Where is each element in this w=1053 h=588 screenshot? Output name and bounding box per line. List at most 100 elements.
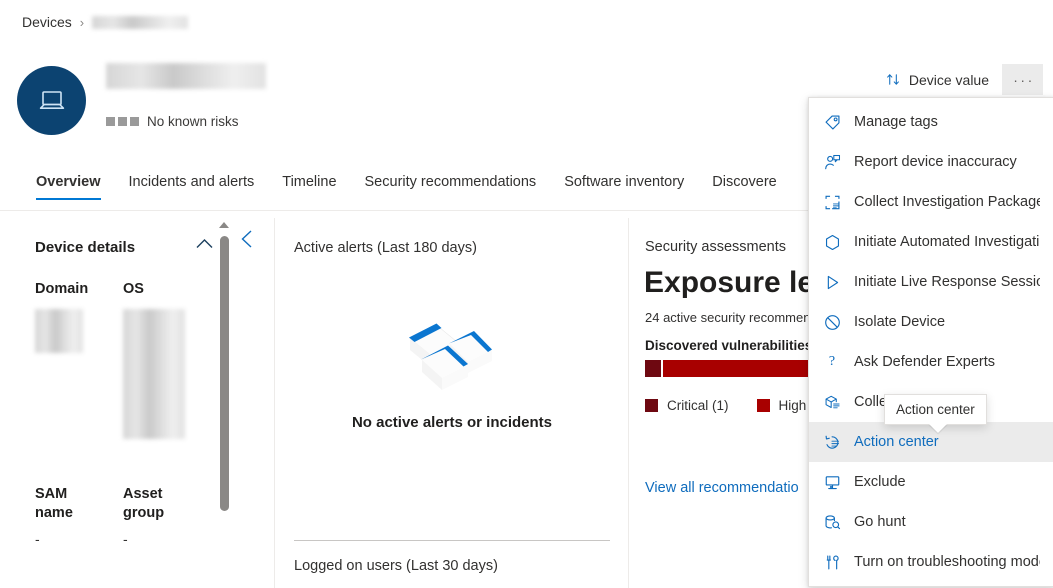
legend-swatch-critical <box>645 399 658 412</box>
tooltip-arrow-icon <box>929 424 947 433</box>
device-value-button[interactable]: Device value <box>877 66 998 94</box>
tab-label: Discovere <box>712 174 776 190</box>
breadcrumb: Devices › <box>22 14 188 30</box>
field-value-redacted <box>35 309 83 353</box>
field-value: - <box>123 531 203 547</box>
active-alerts-title: Active alerts (Last 180 days) <box>294 240 477 256</box>
stacked-cards-icon <box>392 306 512 398</box>
breadcrumb-chevron-icon: › <box>80 15 84 30</box>
active-recommendations-text: 24 active security recommendat <box>645 310 829 325</box>
field-label: OS <box>123 280 213 299</box>
menu-item-label: Go hunt <box>854 514 906 530</box>
menu-item-label: Isolate Device <box>854 314 945 330</box>
device-value-label: Device value <box>909 72 989 88</box>
tab-label: Overview <box>36 174 101 190</box>
panel-divider-left <box>274 218 275 588</box>
box-list-icon <box>823 393 841 411</box>
tab-label: Security recommendations <box>365 174 537 190</box>
hexagon-icon <box>823 233 841 251</box>
legend-label: Critical (1) <box>667 398 729 413</box>
field-os: OS <box>123 280 213 439</box>
device-avatar <box>17 66 86 135</box>
monitor-exclude-icon <box>823 473 841 491</box>
tab-incidents-and-alerts[interactable]: Incidents and alerts <box>115 165 269 204</box>
menu-item-initiate-live-response-session[interactable]: Initiate Live Response Session <box>809 262 1053 302</box>
menu-item-label: Exclude <box>854 474 906 490</box>
scroll-up-arrow-icon[interactable] <box>219 222 229 228</box>
menu-item-report-device-inaccuracy[interactable]: Report device inaccuracy <box>809 142 1053 182</box>
laptop-icon <box>37 89 67 113</box>
logged-on-users-title: Logged on users (Last 30 days) <box>294 558 498 574</box>
tab-software-inventory[interactable]: Software inventory <box>550 165 698 204</box>
tag-icon <box>823 113 841 131</box>
menu-item-turn-on-troubleshooting-mode[interactable]: Turn on troubleshooting mode <box>809 542 1053 582</box>
field-value-redacted <box>123 309 185 439</box>
exposure-level-heading: Exposure lev <box>644 266 831 300</box>
person-feedback-icon <box>823 153 841 171</box>
field-label: Asset group <box>123 485 203 523</box>
device-name-redacted <box>106 63 266 93</box>
tools-icon <box>823 553 841 571</box>
bar-segment-critical <box>645 360 661 377</box>
field-domain: Domain <box>35 280 115 353</box>
action-center-tooltip: Action center <box>884 394 987 425</box>
active-alerts-empty-state: No active alerts or incidents <box>276 306 628 431</box>
menu-item-label: Initiate Live Response Session <box>854 274 1040 290</box>
menu-item-label: Ask Defender Experts <box>854 354 995 370</box>
device-details-scrollbar[interactable] <box>218 222 230 588</box>
more-actions-button[interactable]: ··· <box>1002 64 1043 95</box>
view-all-recommendations-link[interactable]: View all recommendatio <box>645 480 799 496</box>
menu-item-initiate-automated-investigation[interactable]: Initiate Automated Investigation <box>809 222 1053 262</box>
field-sam-name: SAM name - <box>35 485 105 547</box>
collapse-panel-button[interactable] <box>240 230 253 248</box>
menu-item-label: Report device inaccuracy <box>854 154 1017 170</box>
legend-item-critical: Critical (1) <box>645 398 729 413</box>
alerts-section-divider <box>294 540 610 541</box>
menu-item-label: Action center <box>854 434 939 450</box>
field-value: - <box>35 531 105 547</box>
menu-item-go-hunt[interactable]: Go hunt <box>809 502 1053 542</box>
device-actions-context-menu: Manage tags Report device inaccuracy Col… <box>808 97 1053 587</box>
tooltip-text: Action center <box>896 402 975 417</box>
field-label: SAM name <box>35 485 105 523</box>
field-label: Domain <box>35 280 115 299</box>
menu-item-label: Manage tags <box>854 114 938 130</box>
breadcrumb-current-redacted <box>92 16 188 29</box>
menu-item-exclude[interactable]: Exclude <box>809 462 1053 502</box>
sort-arrows-icon <box>886 72 901 87</box>
tab-label: Incidents and alerts <box>129 174 255 190</box>
menu-item-isolate-device[interactable]: Isolate Device <box>809 302 1053 342</box>
menu-item-manage-tags[interactable]: Manage tags <box>809 102 1053 142</box>
menu-item-ask-defender-experts[interactable]: ? Ask Defender Experts <box>809 342 1053 382</box>
active-alerts-panel: Active alerts (Last 180 days) <box>276 218 628 588</box>
menu-item-collect-investigation-package[interactable]: Collect Investigation Package <box>809 182 1053 222</box>
tab-timeline[interactable]: Timeline <box>268 165 350 204</box>
tab-discovered[interactable]: Discovere <box>698 165 790 204</box>
risk-level-label: No known risks <box>147 114 239 129</box>
device-details-panel: Device details Domain OS SAM name - Asse… <box>0 218 238 588</box>
scrollbar-thumb[interactable] <box>220 236 229 511</box>
risk-level-squares-icon <box>106 117 139 126</box>
history-list-icon <box>823 433 841 451</box>
field-asset-group: Asset group - <box>123 485 203 547</box>
block-icon <box>823 313 841 331</box>
question-mark-icon: ? <box>823 353 841 371</box>
vulnerabilities-legend: Critical (1) High (1 <box>645 398 822 413</box>
active-alerts-empty-text: No active alerts or incidents <box>352 414 552 431</box>
security-assessments-title: Security assessments <box>645 239 786 255</box>
device-risk-indicator: No known risks <box>106 114 239 129</box>
tab-label: Software inventory <box>564 174 684 190</box>
tab-security-recommendations[interactable]: Security recommendations <box>351 165 551 204</box>
menu-item-label: Collect Investigation Package <box>854 194 1040 210</box>
legend-swatch-high <box>757 399 770 412</box>
menu-item-label: Turn on troubleshooting mode <box>854 554 1040 570</box>
chevron-up-icon[interactable] <box>196 238 213 249</box>
package-collect-icon <box>823 193 841 211</box>
discovered-vulnerabilities-title: Discovered vulnerabilities (19 <box>645 338 836 353</box>
tab-label: Timeline <box>282 174 336 190</box>
database-search-icon <box>823 513 841 531</box>
menu-item-label: Initiate Automated Investigation <box>854 234 1040 250</box>
breadcrumb-devices-link[interactable]: Devices <box>22 14 72 30</box>
play-icon <box>823 273 841 291</box>
tab-overview[interactable]: Overview <box>22 165 115 204</box>
